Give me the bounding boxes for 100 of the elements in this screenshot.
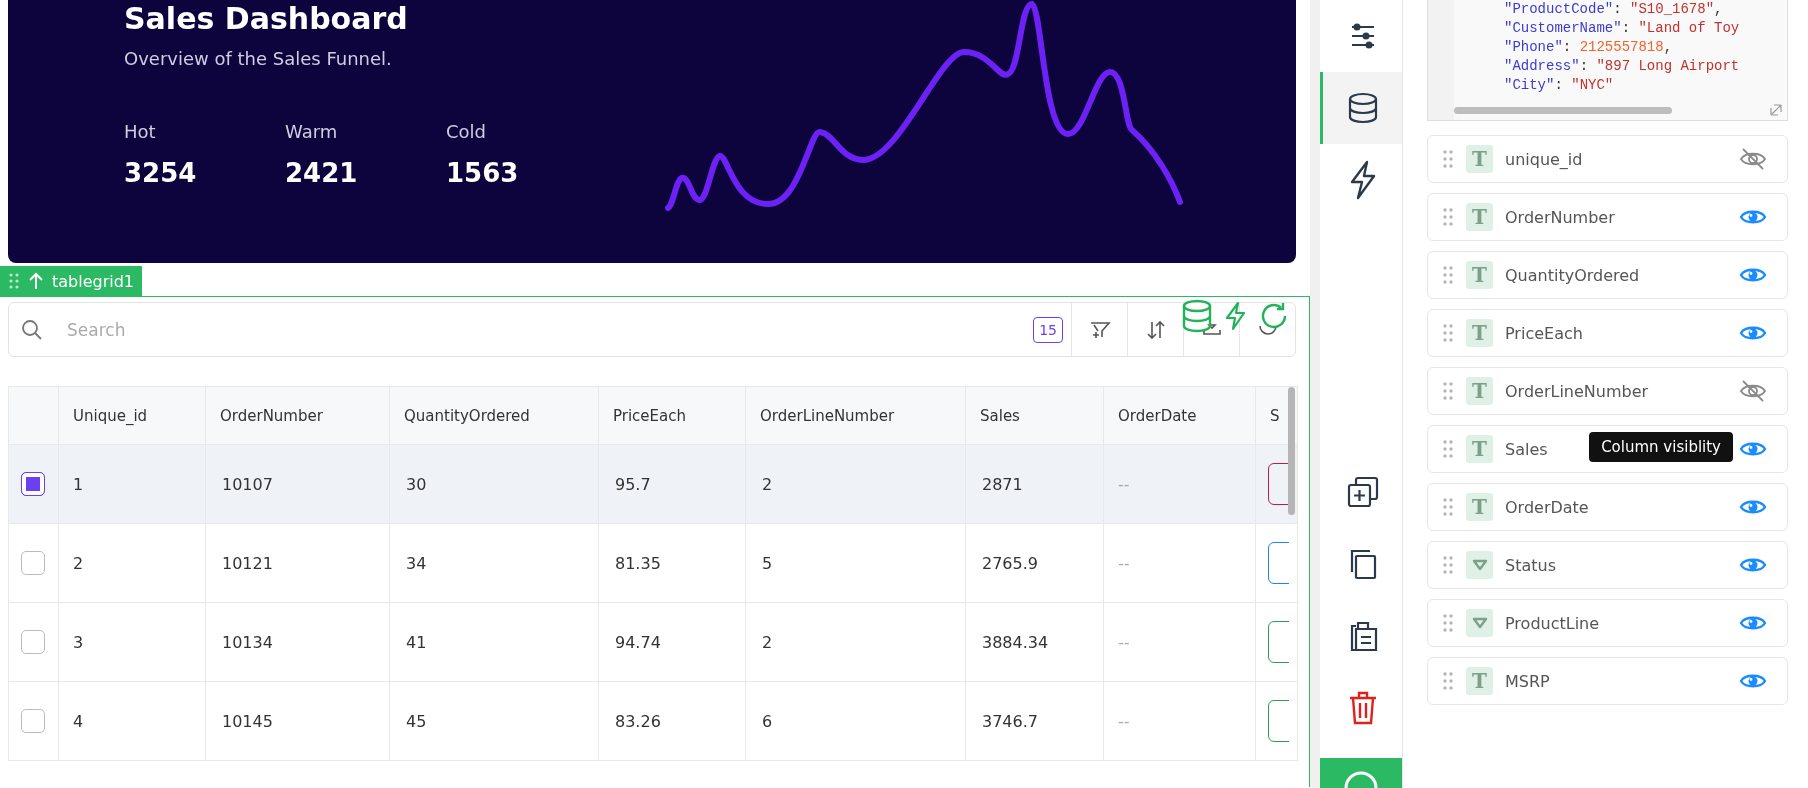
resize-icon[interactable] [1769,103,1783,117]
field-name: MSRP [1505,671,1550,691]
table-cell: 3884.34 [965,603,1103,681]
table-cell: 10121 [205,524,389,602]
trash-icon [1347,691,1378,725]
scrollbar[interactable] [1454,107,1672,114]
table-cell: -- [1103,445,1255,523]
column-header[interactable]: OrderNumber [205,387,389,444]
drag-handle-icon[interactable] [1442,149,1454,169]
eye-slash-icon[interactable] [1739,147,1767,171]
table-cell: 4 [58,682,205,760]
table-cell: 10134 [205,603,389,681]
field-name: OrderNumber [1505,207,1615,227]
database-rail-button[interactable] [1320,72,1402,144]
drag-handle-icon[interactable] [1442,613,1454,633]
table-cell: -- [1103,682,1255,760]
column-field[interactable]: T unique_id [1427,135,1788,183]
drag-handle-icon[interactable] [8,272,20,290]
code-editor[interactable]: "ProductCode": "S10_1678", "CustomerName": "Land of Toy "Phone": 2125557818, "Address": "897 Long Airport "City": "NYC" [1427,0,1788,121]
column-header[interactable]: Unique_id [58,387,205,444]
table-cell: 83.26 [598,682,745,760]
field-name: Status [1505,555,1556,575]
code-line: "City": "NYC" [1504,76,1615,95]
column-header[interactable]: PriceEach [598,387,745,444]
text-type-icon: T [1466,377,1493,405]
text-type-icon: T [1466,203,1493,231]
table-cell: 5 [745,524,965,602]
field-name: PriceEach [1505,323,1583,343]
table-cell: 3746.7 [965,682,1103,760]
code-line: "Address": "897 Long Airport [1504,57,1740,76]
drag-handle-icon[interactable] [1442,323,1454,343]
table-cell: 2 [745,603,965,681]
table-cell: 2765.9 [965,524,1103,602]
search-input[interactable]: Search [65,318,1034,341]
drag-handle-icon[interactable] [1442,207,1454,227]
drag-handle-icon[interactable] [1442,265,1454,285]
table-cell: 10145 [205,682,389,760]
field-name: OrderLineNumber [1505,381,1649,401]
stat-label: Hot [124,121,157,142]
column-field[interactable]: ProductLine [1427,599,1788,647]
text-type-icon: T [1466,667,1493,695]
field-name: ProductLine [1505,613,1600,633]
sort-icon [1144,318,1167,341]
column-field[interactable]: Status [1427,541,1788,589]
column-header[interactable]: OrderDate [1103,387,1255,444]
page-size-badge[interactable]: 15 [1033,316,1063,343]
field-name: unique_id [1505,149,1583,169]
table-cell: 81.35 [598,524,745,602]
stat-value: 2421 [285,158,359,188]
row-checkbox[interactable] [21,551,45,575]
column-field[interactable]: T OrderLineNumber [1427,367,1788,415]
database-icon[interactable] [1181,299,1213,333]
drag-handle-icon[interactable] [1442,497,1454,517]
field-name: QuantityOrdered [1505,265,1640,285]
table-cell: 10107 [205,445,389,523]
row-checkbox[interactable] [21,472,45,496]
eye-slash-icon[interactable] [1739,379,1767,403]
text-type-icon: T [1466,261,1493,289]
dropdown-type-icon [1466,551,1493,579]
column-header[interactable]: OrderLineNumber [745,387,965,444]
scrollbar[interactable] [1288,387,1295,515]
field-name: OrderDate [1505,497,1589,517]
column-field[interactable]: T Sales Column visiblity [1427,425,1788,473]
stat-label: Warm [285,121,339,142]
column-field[interactable]: T OrderDate [1427,483,1788,531]
stat-value: 1563 [446,158,520,188]
column-header[interactable]: Sales [965,387,1103,444]
column-field[interactable]: T MSRP [1427,657,1788,705]
help-button[interactable] [1320,758,1402,788]
row-checkbox[interactable] [21,630,45,654]
table-cell: 41 [389,603,598,681]
drag-handle-icon[interactable] [1442,439,1454,459]
table-cell: 2 [745,445,965,523]
tooltip: Column visiblity [1589,432,1733,462]
column-field[interactable]: T QuantityOrdered [1427,251,1788,299]
drag-handle-icon[interactable] [1442,671,1454,691]
column-field[interactable]: T OrderNumber [1427,193,1788,241]
text-type-icon: T [1466,493,1493,521]
stat-value: 3254 [124,158,198,188]
dropdown-type-icon [1466,609,1493,637]
column-field[interactable]: T PriceEach [1427,309,1788,357]
row-checkbox[interactable] [21,709,45,733]
table-cell: 6 [745,682,965,760]
drag-handle-icon[interactable] [1442,555,1454,575]
arrow-up-icon[interactable] [28,272,44,290]
table-cell: 2 [58,524,205,602]
drag-handle-icon[interactable] [1442,381,1454,401]
table-cell: 3 [58,603,205,681]
dashboard-title: Sales Dashboard [124,2,409,36]
table-cell: -- [1103,524,1255,602]
table-cell: 95.7 [598,445,745,523]
code-line: "Phone": 2125557818, [1504,38,1674,57]
table-cell: 30 [389,445,598,523]
table-cell: -- [1103,603,1255,681]
table-cell: 34 [389,524,598,602]
refresh-icon[interactable] [1259,301,1289,331]
add-copy-icon [1346,476,1379,508]
search-icon [21,318,43,341]
text-type-icon: T [1466,435,1493,463]
column-header[interactable]: QuantityOrdered [389,387,598,444]
